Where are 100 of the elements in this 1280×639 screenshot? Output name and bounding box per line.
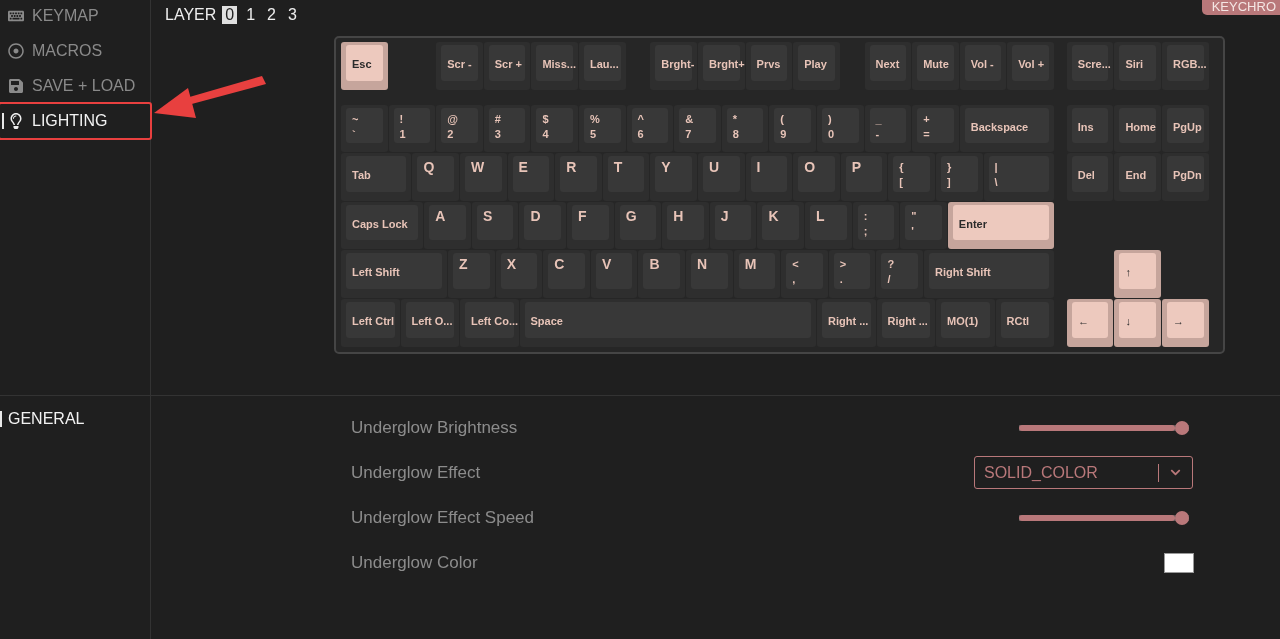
keyboard-key[interactable]: : ; xyxy=(852,201,900,250)
keyboard-key[interactable]: Del xyxy=(1066,153,1114,201)
keyboard-key[interactable]: B xyxy=(638,250,686,298)
keyboard-key[interactable]: Q xyxy=(412,153,459,201)
keyboard-key[interactable]: Caps Lock xyxy=(341,201,424,250)
keyboard-key[interactable]: Scr - xyxy=(436,42,483,90)
keyboard-key[interactable]: Scr + xyxy=(483,42,531,90)
keyboard-key[interactable]: Space xyxy=(519,298,816,347)
keyboard-key[interactable]: Lau... xyxy=(578,42,626,90)
keyboard-key[interactable]: Y xyxy=(650,153,697,201)
keyboard-key[interactable]: P xyxy=(840,153,888,201)
keyboard-key[interactable]: G xyxy=(614,201,662,250)
keyboard-key[interactable]: PgUp xyxy=(1162,104,1209,153)
keyboard-key[interactable]: V xyxy=(590,250,638,298)
keyboard-key[interactable]: F xyxy=(567,201,614,250)
keyboard-key[interactable]: ! 1 xyxy=(388,104,436,153)
keyboard-key[interactable]: I xyxy=(745,153,793,201)
keyboard-key[interactable]: PgDn xyxy=(1162,153,1209,201)
keyboard-key[interactable]: W xyxy=(460,153,507,201)
keyboard-key[interactable]: Ins xyxy=(1066,104,1114,153)
keyboard-key[interactable]: Scre... xyxy=(1066,42,1114,90)
keyboard-key[interactable]: Left Ctrl xyxy=(341,298,400,347)
effect-dropdown[interactable]: SOLID_COLOR xyxy=(974,456,1193,489)
keyboard-key[interactable]: Brght+ xyxy=(697,42,745,90)
keyboard-key[interactable]: R xyxy=(555,153,602,201)
layer-tab[interactable]: 2 xyxy=(264,6,279,24)
keyboard-key[interactable]: # 3 xyxy=(483,104,531,153)
keyboard-key[interactable]: Right ... xyxy=(817,298,876,347)
keyboard-key[interactable]: * 8 xyxy=(721,104,769,153)
keyboard-key[interactable]: N xyxy=(686,250,733,298)
keyboard-key[interactable]: J xyxy=(709,201,757,250)
keyboard-key[interactable]: | \ xyxy=(983,153,1054,201)
keyboard-key[interactable]: { [ xyxy=(888,153,935,201)
keyboard-key[interactable]: _ - xyxy=(864,104,912,153)
keyboard-key[interactable]: ~ ` xyxy=(341,104,388,153)
keyboard-key[interactable]: End xyxy=(1114,153,1161,201)
keyboard-key[interactable]: ↓ xyxy=(1114,298,1162,347)
keyboard-key[interactable]: @ 2 xyxy=(436,104,483,153)
keyboard-key[interactable]: Miss... xyxy=(531,42,578,90)
keyboard-key[interactable]: Left Co... xyxy=(460,298,519,347)
sidebar-item[interactable]: SAVE + LOAD xyxy=(0,67,152,105)
keyboard-key[interactable]: + = xyxy=(912,104,959,153)
slider-thumb[interactable] xyxy=(1175,420,1189,435)
keyboard-key[interactable]: C xyxy=(543,250,590,298)
keyboard-key[interactable]: Left Shift xyxy=(341,250,448,298)
color-swatch[interactable] xyxy=(1164,552,1194,573)
sidebar-item[interactable]: KEYMAP xyxy=(0,0,152,35)
sidebar-item[interactable]: MACROS xyxy=(0,32,152,70)
keyboard-key[interactable]: ← xyxy=(1066,298,1114,347)
keyboard-key[interactable]: Vol - xyxy=(959,42,1007,90)
keyboard-key[interactable]: Tab xyxy=(341,153,412,201)
keyboard-key[interactable]: Play xyxy=(793,42,840,90)
keyboard-key[interactable]: % 5 xyxy=(578,104,626,153)
keyboard-key[interactable]: U xyxy=(697,153,745,201)
keyboard-key[interactable]: D xyxy=(519,201,567,250)
keyboard-key[interactable]: Right ... xyxy=(876,298,935,347)
keyboard-key[interactable]: RCtl xyxy=(995,298,1054,347)
keyboard-key[interactable]: ( 9 xyxy=(769,104,816,153)
keyboard-key[interactable]: Siri xyxy=(1114,42,1161,90)
keyboard-key[interactable]: Z xyxy=(448,250,495,298)
keyboard-key[interactable]: X xyxy=(495,250,543,298)
keyboard-key[interactable]: Enter xyxy=(947,201,1054,250)
keyboard-key[interactable]: O xyxy=(793,153,840,201)
keyboard-key[interactable]: Home xyxy=(1114,104,1161,153)
keyboard-key[interactable]: ↑ xyxy=(1114,250,1161,298)
keyboard-key[interactable]: T xyxy=(602,153,650,201)
keyboard-key[interactable]: Esc xyxy=(341,42,388,90)
keyboard-key[interactable]: } ] xyxy=(935,153,983,201)
keyboard-key[interactable]: Vol + xyxy=(1007,42,1054,90)
keyboard-key[interactable]: MO(1) xyxy=(936,298,995,347)
layer-tab[interactable]: 0 xyxy=(222,6,238,24)
keyboard-key[interactable]: < , xyxy=(781,250,828,298)
sidebar-item[interactable]: LIGHTING xyxy=(0,102,152,140)
keyboard-key[interactable]: & 7 xyxy=(674,104,721,153)
keyboard-key[interactable]: Next xyxy=(864,42,912,90)
keyboard-key[interactable]: Left O... xyxy=(400,298,459,347)
keyboard-key[interactable]: $ 4 xyxy=(531,104,578,153)
keyboard-key[interactable]: > . xyxy=(828,250,876,298)
keyboard-key[interactable]: ) 0 xyxy=(816,104,864,153)
keyboard-key[interactable]: H xyxy=(662,201,709,250)
keyboard-key[interactable]: Right Shift xyxy=(924,250,1054,298)
slider-thumb[interactable] xyxy=(1175,510,1189,525)
keyboard-key[interactable]: RGB... xyxy=(1162,42,1209,90)
keyboard-key[interactable]: Mute xyxy=(912,42,959,90)
keyboard-key[interactable]: " ' xyxy=(900,201,947,250)
keyboard-key[interactable]: S xyxy=(471,201,519,250)
keyboard-key[interactable]: Prvs xyxy=(745,42,793,90)
keyboard-key[interactable]: L xyxy=(805,201,852,250)
layer-tab[interactable]: 3 xyxy=(285,6,300,24)
keyboard-key[interactable]: M xyxy=(733,250,781,298)
keyboard-key[interactable]: ? / xyxy=(876,250,924,298)
keyboard-key[interactable]: Backspace xyxy=(959,104,1054,153)
keyboard-key[interactable]: A xyxy=(424,201,471,250)
layer-tab[interactable]: 1 xyxy=(243,6,259,24)
sidebar-item[interactable]: GENERAL xyxy=(0,396,150,428)
keyboard-key[interactable]: Brght- xyxy=(650,42,697,90)
keyboard-key[interactable]: → xyxy=(1162,298,1209,347)
keyboard-key[interactable]: ^ 6 xyxy=(626,104,674,153)
keyboard-key[interactable]: E xyxy=(507,153,555,201)
keyboard-key[interactable]: K xyxy=(757,201,805,250)
